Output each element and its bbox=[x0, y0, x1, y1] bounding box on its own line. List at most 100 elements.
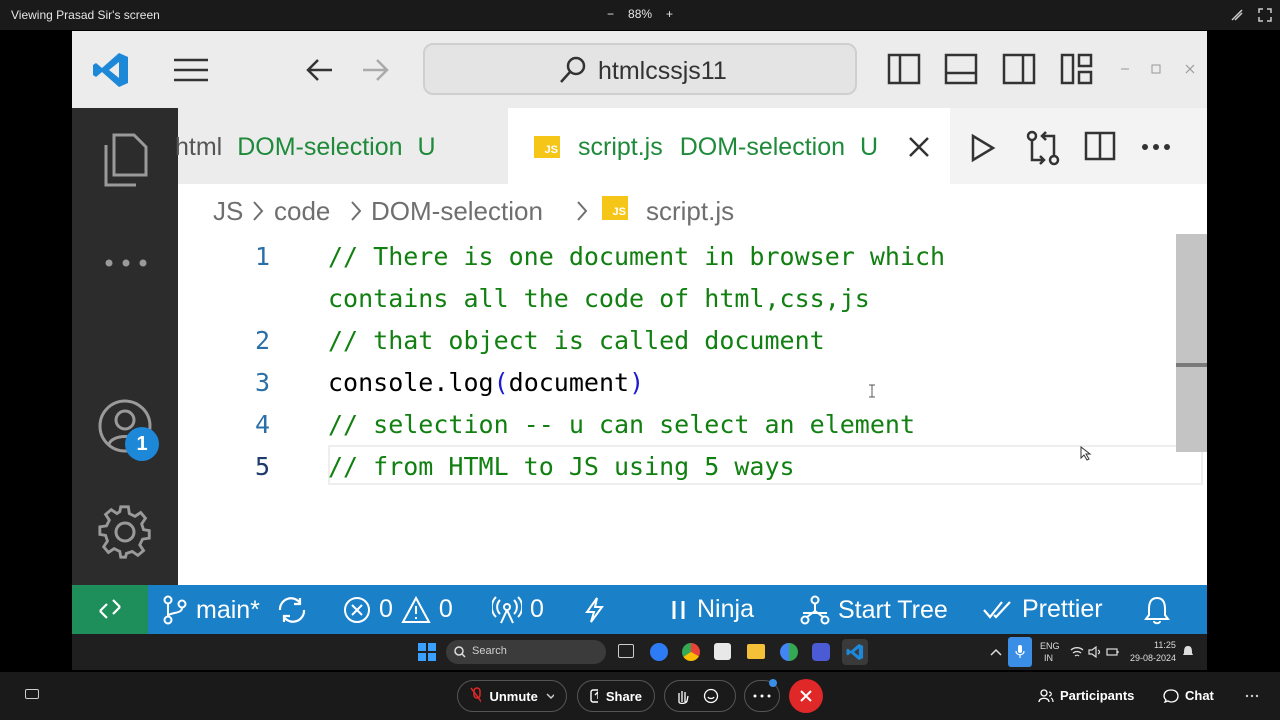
zoom-in-button[interactable]: + bbox=[666, 7, 673, 21]
customize-layout-icon[interactable] bbox=[1060, 53, 1094, 85]
prettier-label: Prettier bbox=[1022, 595, 1103, 623]
more-actions-icon[interactable] bbox=[1141, 143, 1171, 151]
muted-mic-icon bbox=[470, 687, 482, 704]
task-view-icon[interactable] bbox=[618, 644, 634, 658]
code-editor[interactable]: 1 // There is one document in browser wh… bbox=[178, 234, 1207, 585]
chrome-icon[interactable] bbox=[682, 643, 700, 661]
minimize-icon[interactable] bbox=[1119, 64, 1131, 74]
breadcrumb-item[interactable]: JS bbox=[213, 196, 243, 227]
close-tab-icon[interactable] bbox=[908, 136, 930, 158]
taskbar-search[interactable]: Search bbox=[446, 640, 606, 664]
toggle-secondary-sidebar-icon[interactable] bbox=[1002, 53, 1036, 85]
code-line: // selection -- u can select an element bbox=[328, 410, 915, 439]
code-token-identifier: document bbox=[508, 368, 630, 397]
participants-icon bbox=[1038, 688, 1054, 702]
breadcrumb-item[interactable]: code bbox=[274, 196, 330, 227]
end-call-button[interactable] bbox=[789, 679, 823, 713]
chevron-right-icon bbox=[577, 201, 588, 221]
menu-icon[interactable] bbox=[172, 57, 210, 83]
code-line: // There is one document in browser whic… bbox=[328, 242, 946, 271]
vertical-scrollbar[interactable] bbox=[1176, 234, 1207, 452]
toggle-primary-sidebar-icon[interactable] bbox=[887, 53, 921, 85]
branch-status[interactable]: main* bbox=[162, 595, 308, 625]
problems-status[interactable]: 0 0 bbox=[343, 595, 453, 624]
text-cursor-icon bbox=[869, 384, 875, 398]
zoom-level: 88% bbox=[628, 7, 653, 21]
annotate-icon[interactable] bbox=[1230, 8, 1244, 22]
warning-icon bbox=[401, 595, 431, 623]
chevron-right-icon bbox=[351, 201, 362, 221]
volume-icon[interactable] bbox=[1088, 646, 1102, 658]
explorer-icon[interactable] bbox=[100, 133, 150, 188]
ports-status[interactable]: 0 bbox=[492, 595, 544, 624]
tab-html[interactable]: html DOM-selection U bbox=[175, 108, 508, 184]
search-icon bbox=[560, 56, 586, 83]
breadcrumb-item[interactable]: DOM-selection bbox=[371, 196, 543, 227]
taskbar-search-placeholder: Search bbox=[472, 645, 507, 657]
raise-hand-icon[interactable] bbox=[675, 688, 689, 704]
show-hidden-icons-icon[interactable] bbox=[990, 647, 1002, 657]
tab-filename: html bbox=[175, 133, 223, 161]
split-editor-icon[interactable] bbox=[1084, 131, 1116, 161]
compare-changes-icon[interactable] bbox=[1026, 130, 1060, 166]
tab-script-js[interactable]: JS script.js DOM-selection U bbox=[508, 108, 950, 184]
participants-button[interactable]: Participants bbox=[1038, 688, 1134, 703]
line-number: 2 bbox=[254, 326, 270, 355]
toggle-panel-icon[interactable] bbox=[944, 53, 978, 85]
chrome-profile-icon[interactable] bbox=[780, 643, 798, 661]
tab-status: U bbox=[417, 133, 436, 161]
store-icon[interactable] bbox=[714, 643, 731, 660]
battery-icon[interactable] bbox=[1106, 646, 1120, 658]
settings-gear-icon[interactable] bbox=[97, 504, 153, 560]
more-menu-icon[interactable] bbox=[1245, 694, 1259, 698]
notification-center-icon[interactable] bbox=[1182, 645, 1194, 659]
region-indicator[interactable]: IN bbox=[1044, 653, 1053, 663]
reactions-group bbox=[664, 680, 736, 712]
back-icon[interactable] bbox=[304, 57, 334, 83]
js-file-icon: JS bbox=[602, 196, 628, 220]
chat-bubble-icon bbox=[1163, 688, 1179, 703]
unmute-button[interactable]: Unmute bbox=[457, 680, 567, 712]
forward-icon[interactable] bbox=[361, 57, 391, 83]
clock-time[interactable]: 11:25 bbox=[1154, 640, 1176, 650]
language-indicator[interactable]: ENG bbox=[1040, 641, 1060, 651]
error-count: 0 bbox=[379, 595, 393, 623]
start-tree-status[interactable]: Start Tree bbox=[800, 595, 948, 625]
clock-date[interactable]: 29-08-2024 bbox=[1130, 653, 1176, 663]
breadcrumb-item[interactable]: script.js bbox=[646, 196, 734, 227]
broadcast-icon bbox=[492, 595, 522, 623]
code-line: console.log(document) bbox=[328, 368, 644, 397]
reaction-emoji-icon[interactable] bbox=[703, 688, 719, 704]
sync-icon bbox=[278, 597, 306, 623]
wifi-icon[interactable] bbox=[1070, 646, 1084, 658]
notifications-bell-icon[interactable] bbox=[1143, 595, 1171, 625]
mouse-pointer-icon bbox=[1080, 446, 1092, 461]
code-line: // from HTML to JS using 5 ways bbox=[328, 452, 795, 481]
ports-count: 0 bbox=[530, 595, 544, 623]
captions-icon[interactable] bbox=[25, 689, 39, 699]
ninja-status[interactable]: Ninja bbox=[669, 595, 754, 624]
restore-icon[interactable] bbox=[1150, 64, 1162, 74]
status-bar: main* 0 0 0 Ninja Start Tree Prettier bbox=[72, 585, 1207, 634]
chat-button[interactable]: Chat bbox=[1163, 688, 1214, 703]
more-views-icon[interactable] bbox=[104, 258, 148, 268]
run-icon[interactable] bbox=[970, 133, 996, 163]
file-explorer-icon[interactable] bbox=[747, 644, 765, 659]
remote-indicator[interactable] bbox=[72, 585, 148, 634]
windows-start-icon[interactable] bbox=[418, 643, 436, 661]
close-window-icon[interactable] bbox=[1184, 63, 1196, 75]
share-button[interactable]: Share bbox=[577, 680, 655, 712]
zoom-out-button[interactable]: − bbox=[607, 7, 614, 21]
fullscreen-icon[interactable] bbox=[1258, 8, 1272, 22]
lightning-icon[interactable] bbox=[582, 596, 606, 624]
vscode-taskbar-button[interactable] bbox=[842, 639, 868, 665]
line-number: 4 bbox=[254, 410, 270, 439]
microphone-tray-icon[interactable] bbox=[1008, 637, 1032, 667]
pause-icon bbox=[672, 600, 685, 619]
mic-icon bbox=[1015, 645, 1025, 658]
zoom-app-icon[interactable] bbox=[650, 643, 668, 661]
prettier-status[interactable]: Prettier bbox=[982, 595, 1103, 624]
viewing-title: Viewing Prasad Sir's screen bbox=[11, 8, 160, 22]
command-center-search[interactable]: htmlcssjs11 bbox=[423, 43, 857, 95]
teams-icon[interactable] bbox=[812, 643, 830, 661]
